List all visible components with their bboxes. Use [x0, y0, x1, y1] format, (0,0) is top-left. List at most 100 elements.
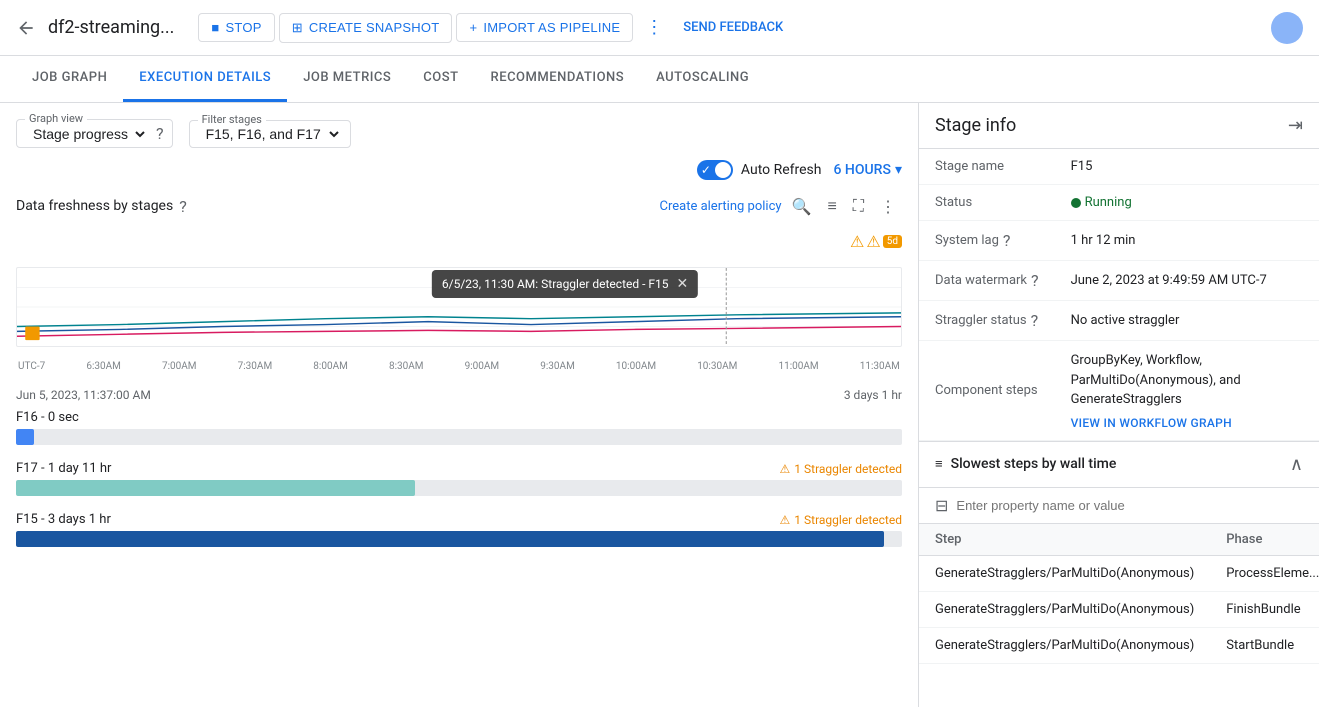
feedback-button[interactable]: SEND FEEDBACK [675, 14, 791, 41]
straggler-label-2: 1 Straggler detected [794, 513, 902, 527]
tab-autoscaling[interactable]: AUTOSCALING [640, 56, 765, 102]
create-alert-link[interactable]: Create alerting policy [659, 199, 781, 214]
topbar: df2-streaming... ■ STOP ⊞ CREATE SNAPSHO… [0, 0, 1319, 56]
graph-view-label: Graph view [25, 112, 87, 125]
stage-f15-bar [16, 531, 884, 547]
steps-table: Step Phase GenerateStragglers/ParMultiDo… [919, 524, 1319, 664]
expand-panel-button[interactable]: ⇥ [1288, 115, 1303, 136]
slowest-steps-header[interactable]: ≡ Slowest steps by wall time ∧ [919, 442, 1319, 488]
graph-view-field: Graph view Stage progress ? [16, 119, 173, 148]
filter-stages-field: Filter stages F15, F16, and F17 [189, 120, 351, 148]
stage-info-title: Stage info [935, 115, 1016, 136]
tab-recommendations[interactable]: RECOMMENDATIONS [475, 56, 641, 102]
view-workflow-link[interactable]: VIEW IN WORKFLOW GRAPH [1071, 412, 1232, 430]
stage-f17-bar [16, 480, 415, 496]
warning-triangle-icon: ⚠ [780, 462, 791, 476]
table-row[interactable]: GenerateStragglers/ParMultiDo(Anonymous)… [919, 555, 1319, 591]
meta-label-status: Status [919, 185, 1055, 221]
auto-refresh-toggle[interactable]: ✓ Auto Refresh [697, 160, 822, 180]
stage-item-f16: F16 - 0 sec [16, 410, 902, 445]
system-lag-help-icon[interactable]: ? [1003, 231, 1011, 250]
chart-area[interactable]: 6/5/23, 11:30 AM: Straggler detected - F… [16, 267, 902, 347]
data-watermark-help-icon[interactable]: ? [1031, 271, 1039, 290]
tab-cost[interactable]: COST [407, 56, 474, 102]
component-steps-text: GroupByKey, Workflow, ParMultiDo(Anonymo… [1071, 351, 1303, 410]
stage-timestamp: Jun 5, 2023, 11:37:00 AM 3 days 1 hr [16, 388, 902, 402]
main-layout: Graph view Stage progress ? Filter stage… [0, 103, 1319, 707]
stage-item-f15: F15 - 3 days 1 hr ⚠ 1 Straggler detected [16, 512, 902, 547]
left-panel: Graph view Stage progress ? Filter stage… [0, 103, 919, 707]
timestamp-left: Jun 5, 2023, 11:37:00 AM [16, 388, 151, 402]
meta-value-component-steps: GroupByKey, Workflow, ParMultiDo(Anonymo… [1055, 341, 1319, 441]
filter-funnel-icon: ⊟ [935, 496, 948, 515]
stage-f17-bar-container [16, 480, 902, 496]
stage-f15-name: F15 - 3 days 1 hr [16, 512, 111, 527]
timestamp-right: 3 days 1 hr [844, 388, 902, 402]
stage-f17-header: F17 - 1 day 11 hr ⚠ 1 Straggler detected [16, 461, 902, 476]
tooltip-text: 6/5/23, 11:30 AM: Straggler detected - F… [442, 277, 669, 291]
slowest-steps-icon: ≡ [935, 456, 943, 472]
topbar-actions: ■ STOP ⊞ CREATE SNAPSHOT + IMPORT AS PIP… [198, 11, 1263, 44]
stage-f17-warning: ⚠ 1 Straggler detected [780, 462, 902, 476]
chart-actions: Create alerting policy 🔍 ≡ ⛶ ⋮ [659, 192, 902, 220]
chart-header: Data freshness by stages ? Create alerti… [16, 192, 902, 220]
straggler-label: 1 Straggler detected [794, 462, 902, 476]
tab-job-metrics[interactable]: JOB METRICS [287, 56, 407, 102]
avatar[interactable] [1271, 12, 1303, 44]
tab-job-graph[interactable]: JOB GRAPH [16, 56, 123, 102]
back-button[interactable] [16, 18, 36, 38]
autorefresh-row: ✓ Auto Refresh 6 HOURS ▾ [16, 160, 902, 180]
page-title: df2-streaming... [48, 17, 174, 38]
graph-view-help-icon[interactable]: ? [156, 124, 164, 143]
more-menu-button[interactable]: ⋮ [637, 11, 671, 44]
step-name-2: GenerateStragglers/ParMultiDo(Anonymous) [919, 591, 1210, 627]
steps-table-container: Step Phase GenerateStragglers/ParMultiDo… [919, 524, 1319, 664]
meta-label-system-lag: System lag ? [919, 221, 1055, 261]
filter-icon[interactable]: ≡ [821, 192, 842, 220]
col-phase: Phase [1210, 524, 1319, 556]
meta-value-system-lag: 1 hr 12 min [1055, 221, 1319, 261]
table-row[interactable]: GenerateStragglers/ParMultiDo(Anonymous)… [919, 627, 1319, 663]
step-name-1: GenerateStragglers/ParMultiDo(Anonymous) [919, 555, 1210, 591]
step-phase-1: ProcessEleme... [1210, 555, 1319, 591]
tab-execution-details[interactable]: EXECUTION DETAILS [123, 56, 287, 102]
status-dot [1071, 198, 1081, 208]
stop-button[interactable]: ■ STOP [198, 13, 274, 42]
table-header-row: Step Phase [919, 524, 1319, 556]
toggle-track: ✓ [697, 160, 733, 180]
status-running: Running [1071, 195, 1132, 210]
stage-metadata: Stage name F15 Status Running System lag… [919, 149, 1319, 442]
import-pipeline-button[interactable]: + IMPORT AS PIPELINE [456, 13, 633, 42]
straggler-status-help-icon[interactable]: ? [1031, 311, 1039, 330]
stage-f16-bar-container [16, 429, 902, 445]
stage-f16-header: F16 - 0 sec [16, 410, 902, 425]
chart-title-row: Data freshness by stages ? [16, 197, 187, 216]
fullscreen-icon[interactable]: ⛶ [847, 192, 870, 220]
filter-stages-select[interactable]: F15, F16, and F17 [202, 125, 342, 143]
toggle-thumb [715, 162, 731, 178]
stage-info-header: Stage info ⇥ [919, 103, 1319, 149]
stage-f16-bar [16, 429, 34, 445]
chevron-down-icon: ▾ [895, 162, 902, 178]
tab-navigation: JOB GRAPH EXECUTION DETAILS JOB METRICS … [0, 56, 1319, 103]
chart-tooltip: 6/5/23, 11:30 AM: Straggler detected - F… [432, 270, 698, 298]
table-row[interactable]: GenerateStragglers/ParMultiDo(Anonymous)… [919, 591, 1319, 627]
collapse-icon[interactable]: ∧ [1290, 454, 1303, 475]
stages-section: Jun 5, 2023, 11:37:00 AM 3 days 1 hr F16… [16, 388, 902, 563]
warning-icon-1[interactable]: ⚠ [850, 232, 864, 251]
stage-f17-name: F17 - 1 day 11 hr [16, 461, 111, 476]
hours-selector[interactable]: 6 HOURS ▾ [834, 162, 903, 178]
auto-refresh-label: Auto Refresh [741, 162, 822, 178]
stage-item-f17: F17 - 1 day 11 hr ⚠ 1 Straggler detected [16, 461, 902, 496]
tooltip-close-button[interactable]: ✕ [677, 276, 689, 292]
snapshot-button[interactable]: ⊞ CREATE SNAPSHOT [279, 13, 453, 43]
chart-help-icon[interactable]: ? [179, 197, 187, 216]
meta-label-straggler-status: Straggler status ? [919, 301, 1055, 341]
warning-icon-2[interactable]: ⚠ [866, 232, 880, 251]
warning-row: ⚠ ⚠ 5d [16, 232, 902, 251]
zoom-icon[interactable]: 🔍 [786, 193, 818, 220]
filter-input[interactable] [956, 498, 1303, 513]
stage-f15-bar-container [16, 531, 902, 547]
more-chart-icon[interactable]: ⋮ [874, 193, 902, 220]
graph-view-select[interactable]: Stage progress [29, 125, 148, 143]
